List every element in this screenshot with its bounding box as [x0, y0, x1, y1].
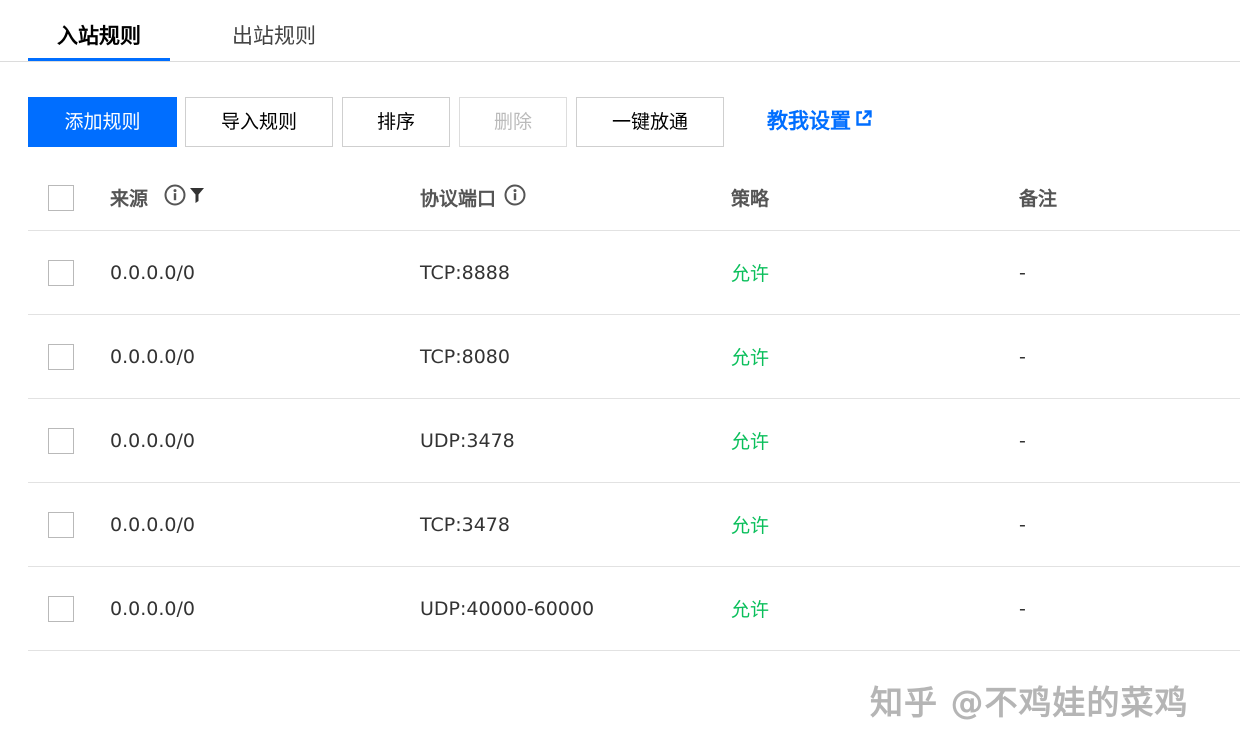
source-cell: 0.0.0.0/0	[110, 345, 195, 368]
note-cell: -	[1019, 261, 1026, 284]
protocol-port-cell: TCP:8888	[420, 261, 510, 284]
active-tab-indicator	[28, 58, 170, 61]
table-row: 0.0.0.0/0 TCP:3478 允许 -	[28, 483, 1240, 567]
protocol-port-cell: TCP:3478	[420, 513, 510, 536]
policy-cell: 允许	[731, 347, 770, 369]
row-checkbox[interactable]	[48, 343, 74, 370]
note-cell: -	[1019, 597, 1026, 620]
source-header-label: 来源	[110, 188, 149, 210]
open-all-button[interactable]: 一键放通	[576, 97, 724, 147]
note-cell: -	[1019, 513, 1026, 536]
delete-button: 删除	[459, 97, 567, 147]
table-row: 0.0.0.0/0 TCP:8888 允许 -	[28, 231, 1240, 315]
policy-header: 策略	[731, 188, 770, 210]
select-all-checkbox[interactable]	[48, 184, 74, 211]
source-header: 来源	[110, 165, 205, 230]
policy-cell: 允许	[731, 515, 770, 537]
info-icon[interactable]	[164, 184, 186, 211]
table-header: 来源 协议端口 策略 备注	[28, 165, 1240, 231]
row-checkbox[interactable]	[48, 259, 74, 286]
source-cell: 0.0.0.0/0	[110, 513, 195, 536]
row-checkbox[interactable]	[48, 595, 74, 622]
add-rule-button[interactable]: 添加规则	[28, 97, 177, 147]
help-setup-label: 教我设置	[767, 109, 851, 133]
table-row: 0.0.0.0/0 TCP:8080 允许 -	[28, 315, 1240, 399]
table-row: 0.0.0.0/0 UDP:40000-60000 允许 -	[28, 567, 1240, 651]
protocol-port-cell: TCP:8080	[420, 345, 510, 368]
note-cell: -	[1019, 429, 1026, 452]
note-header: 备注	[1019, 188, 1058, 210]
watermark: 知乎 @不鸡娃的菜鸡	[870, 683, 1189, 722]
row-checkbox[interactable]	[48, 427, 74, 454]
protocol-port-cell: UDP:3478	[420, 429, 515, 452]
source-cell: 0.0.0.0/0	[110, 261, 195, 284]
row-checkbox[interactable]	[48, 511, 74, 538]
source-cell: 0.0.0.0/0	[110, 429, 195, 452]
sort-button[interactable]: 排序	[342, 97, 450, 147]
tab-inbound-rules[interactable]: 入站规则	[28, 22, 170, 62]
info-icon[interactable]	[504, 184, 526, 211]
filter-icon[interactable]	[189, 186, 205, 209]
rule-tabs: 入站规则 出站规则	[0, 0, 1240, 62]
policy-cell: 允许	[731, 263, 770, 285]
rules-table: 来源 协议端口 策略 备注 0.0.0.0/0 TCP:8888 允许 - 0.…	[28, 165, 1240, 651]
policy-cell: 允许	[731, 431, 770, 453]
note-cell: -	[1019, 345, 1026, 368]
tab-outbound-rules[interactable]: 出站规则	[196, 22, 352, 62]
protocol-port-header: 协议端口	[420, 165, 526, 230]
table-row: 0.0.0.0/0 UDP:3478 允许 -	[28, 399, 1240, 483]
policy-cell: 允许	[731, 599, 770, 621]
import-rules-button[interactable]: 导入规则	[185, 97, 333, 147]
source-cell: 0.0.0.0/0	[110, 597, 195, 620]
help-setup-link[interactable]: 教我设置	[767, 97, 872, 147]
protocol-port-cell: UDP:40000-60000	[420, 597, 595, 620]
protocol-port-header-label: 协议端口	[420, 188, 497, 210]
external-link-icon	[855, 96, 872, 144]
